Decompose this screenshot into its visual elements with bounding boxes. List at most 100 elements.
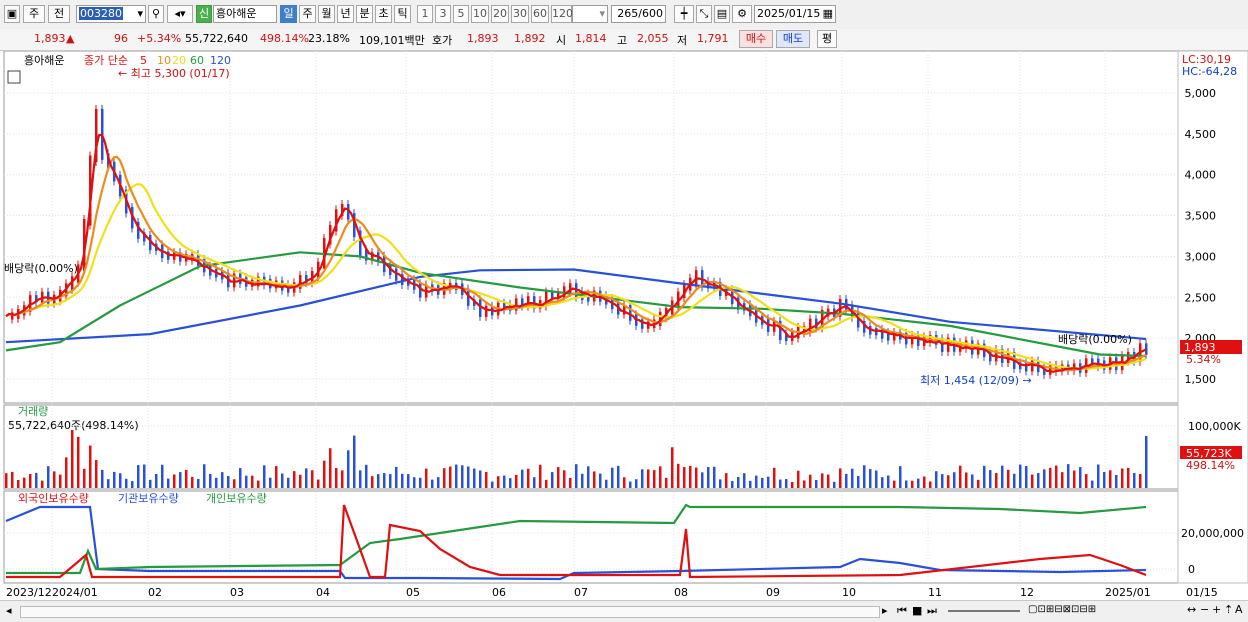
ma-title: 종가 단순	[84, 54, 128, 67]
x-tick-label: 07	[574, 586, 588, 599]
low-label: 저	[677, 34, 688, 47]
interval-button-5[interactable]: 5	[453, 5, 469, 23]
save-icon[interactable]: ▤	[714, 5, 730, 23]
volume-bar	[887, 475, 890, 488]
tab-period-month[interactable]: 월	[318, 5, 335, 23]
interval-button-20[interactable]: 20	[491, 5, 509, 23]
search-icon[interactable]: ⚲	[148, 5, 164, 23]
interval-button-3[interactable]: 3	[435, 5, 451, 23]
scroll-bar[interactable]: ◂ ▸ ⏮ ■ ⏭ ▢⊡⊞⊟⊠⊡⊟⊞ ↔ − + ⇡ A	[0, 600, 1248, 622]
interval-button-10[interactable]: 10	[471, 5, 489, 23]
volume-bar	[737, 476, 740, 488]
ask-price-1: 1,893	[467, 32, 499, 45]
volume-bar	[17, 479, 20, 488]
chevron-down-icon[interactable]: ▾	[137, 6, 143, 22]
zoom-in-icon[interactable]: ↔	[1187, 603, 1196, 616]
price-candle	[485, 305, 488, 317]
eval-label: 평	[821, 32, 833, 45]
tab-period-year[interactable]: 년	[337, 5, 354, 23]
volume-bar	[629, 481, 632, 488]
holdings-y-tick: 20,000,000	[1181, 527, 1244, 540]
sell-button[interactable]: 매도	[776, 30, 810, 48]
interval-button-60[interactable]: 60	[531, 5, 549, 23]
volume-bar	[473, 468, 476, 488]
volume-bar	[689, 465, 692, 488]
price-candle	[419, 283, 422, 298]
prev-button[interactable]: 전	[48, 5, 70, 23]
tab-label: 월	[321, 7, 332, 20]
candle-icon[interactable]: ┿	[674, 5, 694, 23]
last-icon[interactable]: ⏭	[927, 604, 937, 618]
volume-bar	[1091, 480, 1094, 488]
tab-period-minute[interactable]: 분	[356, 5, 373, 23]
volume-bar	[239, 468, 242, 488]
tab-period-day[interactable]: 일	[280, 5, 297, 23]
view-icons[interactable]: ▢⊡⊞⊟⊠⊡⊟⊞	[1028, 604, 1096, 615]
auto-scale-icon[interactable]: A	[1235, 603, 1243, 616]
code-input[interactable]: 003280 ▾	[76, 5, 146, 23]
tab-period-second[interactable]: 초	[375, 5, 392, 23]
volume-bar	[611, 467, 614, 488]
volume-bar	[389, 474, 392, 488]
zoom-out-icon[interactable]: −	[1200, 603, 1209, 616]
window-menu-icon[interactable]: ▣	[4, 5, 20, 23]
plus-icon[interactable]: +	[1212, 603, 1221, 616]
volume-bar	[707, 467, 710, 488]
date-value: 2025/01/15	[757, 7, 821, 20]
count-field[interactable]: 265/600	[611, 5, 666, 23]
volume-bar	[773, 467, 776, 488]
interval-button-120[interactable]: 120	[551, 5, 573, 23]
volume-bar	[617, 465, 620, 488]
volume-bar	[965, 472, 968, 488]
volume-bar	[923, 476, 926, 488]
chevron-down-icon[interactable]: ▾	[599, 6, 605, 22]
first-icon[interactable]: ⏮	[897, 604, 907, 618]
volume-bar	[833, 481, 836, 488]
volume-bar	[791, 481, 794, 488]
sound-icon[interactable]: ◂▾	[167, 5, 193, 23]
stock-name-field[interactable]: 흥아해운	[213, 5, 277, 23]
scroll-track[interactable]	[20, 606, 880, 618]
date-field[interactable]: 2025/01/15 ▦	[754, 5, 836, 23]
gear-icon[interactable]: ⚙	[732, 5, 752, 23]
volume-bar	[65, 457, 68, 488]
sell-label: 매도	[782, 32, 804, 45]
fit-icon[interactable]: ⇡	[1224, 603, 1233, 616]
x-tick-label: 04	[316, 586, 330, 599]
tab-period-week[interactable]: 주	[299, 5, 316, 23]
buy-button[interactable]: 매수	[739, 30, 773, 48]
tab-period-tick[interactable]: 틱	[394, 5, 411, 23]
interval-input[interactable]: ▾	[572, 5, 608, 23]
volume-bar	[893, 480, 896, 488]
volume-bar	[1013, 473, 1016, 488]
zoom-slider[interactable]	[948, 610, 1020, 612]
interval-button-30[interactable]: 30	[511, 5, 529, 23]
code-value: 003280	[79, 7, 123, 20]
calendar-icon[interactable]: ▦	[823, 6, 833, 22]
volume-bar	[731, 481, 734, 488]
volume-bar	[881, 477, 884, 488]
open-label: 시	[556, 34, 567, 47]
volume-bar	[35, 472, 38, 488]
volume-bar	[479, 470, 482, 488]
volume-bar	[197, 478, 200, 488]
volume-bar	[305, 468, 308, 488]
volume-bar	[11, 471, 14, 488]
scroll-left-icon[interactable]: ◂	[6, 604, 12, 617]
volume-bar	[365, 464, 368, 488]
eval-button[interactable]: 평	[817, 30, 837, 48]
volume-bar	[569, 478, 572, 488]
volume-bar	[683, 467, 686, 488]
holdings-legend: 기관보유수량	[118, 492, 179, 505]
volume-bar	[161, 464, 164, 488]
chart-area[interactable]: 5,0004,5004,0003,5003,0002,5002,0001,500…	[0, 51, 1248, 600]
draw-tool-icon[interactable]: ⤡	[696, 5, 712, 23]
stop-icon[interactable]: ■	[912, 604, 922, 617]
volume-bar	[443, 468, 446, 488]
volume-bar	[725, 473, 728, 488]
scroll-right-icon[interactable]: ▸	[882, 604, 888, 617]
x-tick-label: 12	[1020, 586, 1034, 599]
type-select[interactable]: 주	[23, 5, 45, 23]
interval-button-1[interactable]: 1	[417, 5, 433, 23]
volume-bar	[875, 470, 878, 488]
